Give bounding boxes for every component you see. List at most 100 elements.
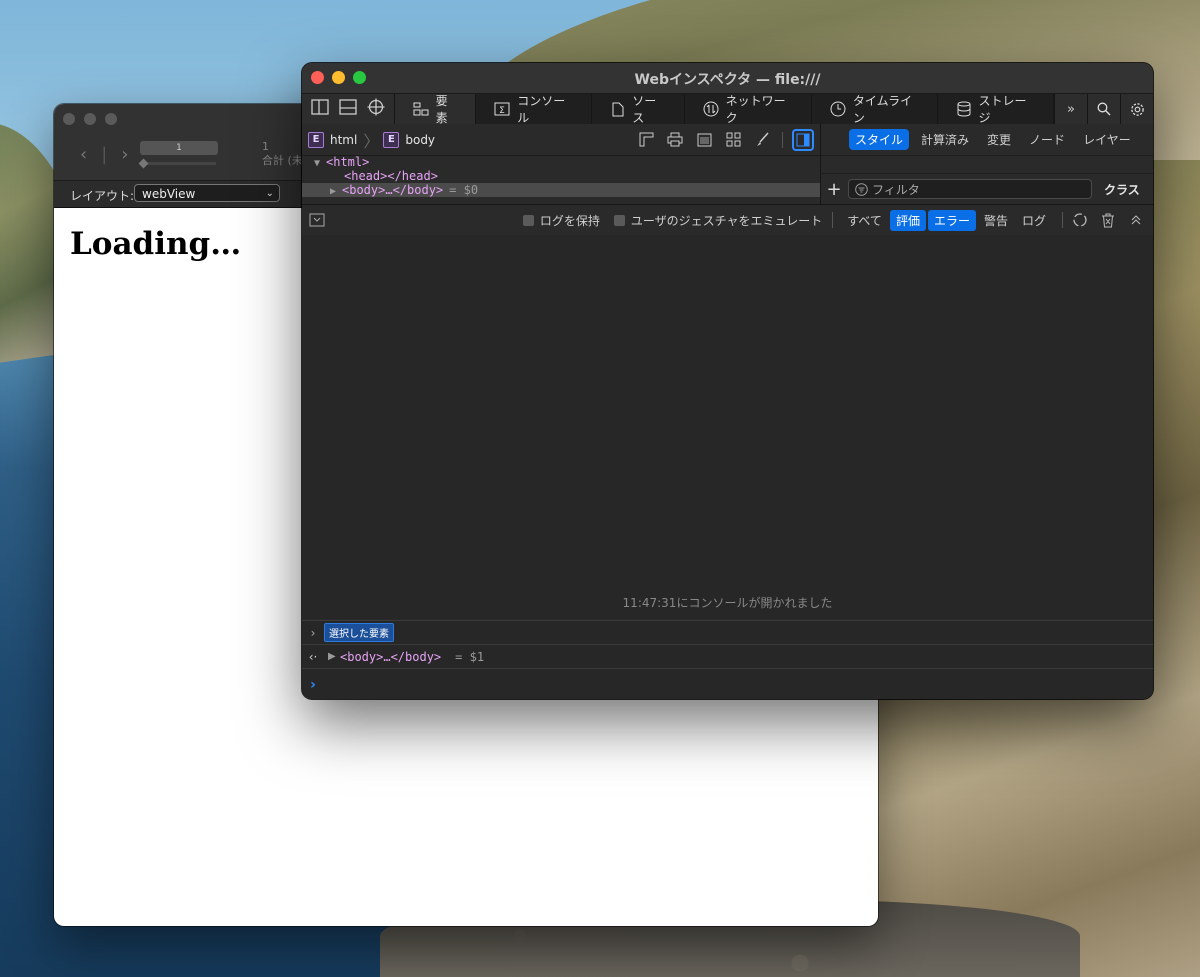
- tab-storage[interactable]: ストレージ: [938, 94, 1054, 125]
- level-evaluation-button[interactable]: 評価: [889, 209, 926, 231]
- tab-elements[interactable]: 要素: [394, 94, 477, 125]
- console-drawer-toggle[interactable]: [302, 213, 332, 227]
- console-options: ログを保持 ユーザのジェスチャをエミュレート すべて 評価 エラー 警告 ログ: [522, 209, 1153, 231]
- level-all-button[interactable]: すべて: [841, 210, 888, 231]
- breadcrumb-separator-icon: 〉: [363, 131, 380, 151]
- dom-node-head[interactable]: <head></head>: [302, 169, 820, 183]
- tab-timeline[interactable]: タイムライン: [811, 94, 939, 125]
- drawer-icon: [309, 213, 325, 227]
- result-ref: = $1: [455, 649, 485, 664]
- minimize-button[interactable]: [84, 113, 96, 125]
- sidebar-tab-computed[interactable]: 計算済み: [915, 129, 975, 150]
- page-slider[interactable]: [140, 162, 216, 165]
- inspector-titlebar: Webインスペクタ — file:///: [302, 63, 1153, 94]
- clear-trash-icon[interactable]: [1099, 211, 1117, 229]
- layout-icon[interactable]: [695, 131, 713, 149]
- zoom-button[interactable]: [105, 113, 117, 125]
- inspector-tab-bar: 要素 Σ コンソール ソース ネットワーク タイムライン ストレージ »: [302, 94, 1153, 125]
- breadcrumb: E html 〉 E body: [302, 124, 820, 156]
- crosshair-icon[interactable]: [367, 98, 385, 120]
- level-errors-button[interactable]: エラー: [927, 209, 976, 231]
- search-icon[interactable]: [1087, 94, 1120, 124]
- tools-divider: [782, 131, 783, 148]
- chevron-down-icon: ⌄: [265, 188, 274, 199]
- dock-side-icon[interactable]: [311, 99, 329, 119]
- layout-select[interactable]: webView ⌄: [134, 184, 280, 202]
- emulate-gesture-checkbox[interactable]: ユーザのジェスチャをエミュレート: [613, 212, 822, 229]
- gear-icon[interactable]: [1120, 94, 1153, 124]
- rulers-icon[interactable]: [637, 131, 655, 149]
- breadcrumb-item-body[interactable]: E body: [383, 131, 436, 148]
- selected-element-badge: 選択した要素: [324, 623, 394, 642]
- dom-node-body[interactable]: ▶ <body>…</body> = $0: [302, 183, 820, 197]
- page-count: 1: [262, 140, 269, 153]
- dock-controls: [302, 94, 395, 124]
- total-label: 1 合計 (未: [262, 140, 303, 168]
- tab-bar-actions: »: [1054, 94, 1153, 124]
- total-text: 合計 (未: [262, 154, 303, 167]
- history-nav: ‹ | ›: [80, 144, 142, 165]
- nav-divider: |: [101, 144, 108, 165]
- filter-placeholder: フィルタ: [872, 182, 920, 197]
- breadcrumb-label: body: [405, 132, 436, 147]
- inspector-title: Webインスペクタ — file:///: [634, 72, 821, 88]
- sidebar-tab-styles[interactable]: スタイル: [849, 129, 910, 150]
- disclosure-closed-icon[interactable]: ▶: [330, 185, 342, 199]
- sidebar-tab-layers[interactable]: レイヤー: [1077, 129, 1137, 150]
- filter-input[interactable]: フィルタ: [848, 179, 1092, 199]
- back-chevron-icon[interactable]: ‹: [80, 144, 87, 165]
- console-result-row: ‹· ▶ <body>…</body> = $1: [302, 644, 1153, 668]
- web-inspector-window: Webインスペクタ — file:/// 要素 Σ コンソール ソース ネットワ…: [302, 63, 1153, 699]
- level-logs-button[interactable]: ログ: [1016, 210, 1052, 231]
- timeline-icon: [830, 101, 846, 117]
- filter-icon: [855, 182, 868, 196]
- console-opened-message: 11:47:31にコンソールが開かれました: [622, 596, 833, 610]
- toggle-sidebar-icon[interactable]: [792, 128, 814, 151]
- close-button[interactable]: [63, 113, 75, 125]
- tab-label: ソース: [632, 94, 657, 125]
- level-warnings-button[interactable]: 警告: [978, 210, 1014, 231]
- tab-console[interactable]: Σ コンソール: [476, 94, 593, 125]
- dock-bottom-icon[interactable]: [339, 99, 357, 119]
- page-number-field[interactable]: 1: [140, 141, 218, 155]
- class-toggle-button[interactable]: クラス: [1104, 181, 1140, 198]
- print-icon[interactable]: [666, 131, 684, 149]
- element-badge-icon: E: [383, 131, 400, 148]
- console-output: 11:47:31にコンソールが開かれました: [302, 235, 1153, 619]
- chevron-right-icon[interactable]: ›: [302, 626, 324, 640]
- breadcrumb-label: html: [330, 132, 358, 147]
- dom-node-text: <html>: [326, 155, 370, 169]
- console-icon: Σ: [494, 101, 510, 117]
- brush-icon[interactable]: [753, 131, 771, 149]
- dom-tree: ▼ <html> <head></head> ▶ <body>…</body> = $…: [302, 155, 820, 203]
- prompt-chevron-icon: ›: [310, 676, 316, 693]
- dom-node-text: <body>…</body>: [342, 183, 444, 197]
- checkbox-box: [522, 214, 534, 226]
- preserve-log-checkbox[interactable]: ログを保持: [522, 212, 600, 229]
- elements-icon: [413, 101, 429, 117]
- grid-icon[interactable]: [724, 131, 742, 149]
- disclosure-closed-icon[interactable]: ▶: [328, 651, 340, 662]
- more-tabs-button[interactable]: »: [1054, 94, 1087, 124]
- sidebar-tab-changes[interactable]: 変更: [981, 129, 1017, 150]
- refresh-icon[interactable]: [1071, 211, 1089, 229]
- tab-sources[interactable]: ソース: [592, 94, 685, 125]
- collapse-up-icon[interactable]: [1127, 211, 1145, 229]
- console-prompt[interactable]: ›: [302, 668, 1153, 699]
- sidebar-tab-node[interactable]: ノード: [1023, 129, 1071, 150]
- element-tools: [637, 128, 814, 151]
- svg-text:Σ: Σ: [499, 106, 505, 116]
- result-node[interactable]: <body>…</body>: [340, 650, 441, 664]
- tab-label: タイムライン: [852, 94, 913, 125]
- tab-label: ストレージ: [978, 94, 1027, 125]
- forward-chevron-icon[interactable]: ›: [121, 144, 128, 165]
- checkbox-label: ログを保持: [539, 213, 600, 228]
- add-rule-icon[interactable]: +: [820, 179, 848, 200]
- network-icon: [703, 101, 719, 117]
- tab-label: ネットワーク: [725, 94, 786, 125]
- breadcrumb-item-html[interactable]: E html: [308, 131, 358, 148]
- sources-icon: [610, 101, 625, 117]
- tab-network[interactable]: ネットワーク: [684, 94, 812, 125]
- checkbox-box: [613, 214, 625, 226]
- dom-node-html[interactable]: ▼ <html>: [302, 155, 820, 169]
